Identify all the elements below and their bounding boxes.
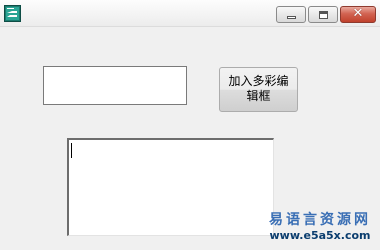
text-caret bbox=[71, 143, 72, 158]
close-button[interactable]: ✕ bbox=[340, 6, 376, 23]
rich-edit-box[interactable] bbox=[67, 138, 274, 236]
watermark-title: 易语言资源网 bbox=[269, 212, 371, 228]
minimize-button[interactable] bbox=[276, 6, 306, 23]
text-input[interactable] bbox=[43, 66, 187, 105]
close-icon: ✕ bbox=[352, 6, 364, 21]
app-icon[interactable] bbox=[4, 5, 21, 22]
maximize-button[interactable] bbox=[308, 6, 338, 23]
add-rich-edit-button[interactable]: 加入多彩编辑框 bbox=[219, 67, 298, 112]
watermark-url: www.e5a5x.com bbox=[269, 229, 371, 242]
minimize-icon bbox=[287, 16, 296, 19]
title-bar[interactable]: ✕ bbox=[0, 0, 380, 27]
app-window: ✕ 加入多彩编辑框 易语言资源网 www.e5a5x.com bbox=[0, 0, 380, 250]
maximize-icon bbox=[319, 11, 328, 19]
watermark: 易语言资源网 www.e5a5x.com bbox=[262, 212, 378, 242]
